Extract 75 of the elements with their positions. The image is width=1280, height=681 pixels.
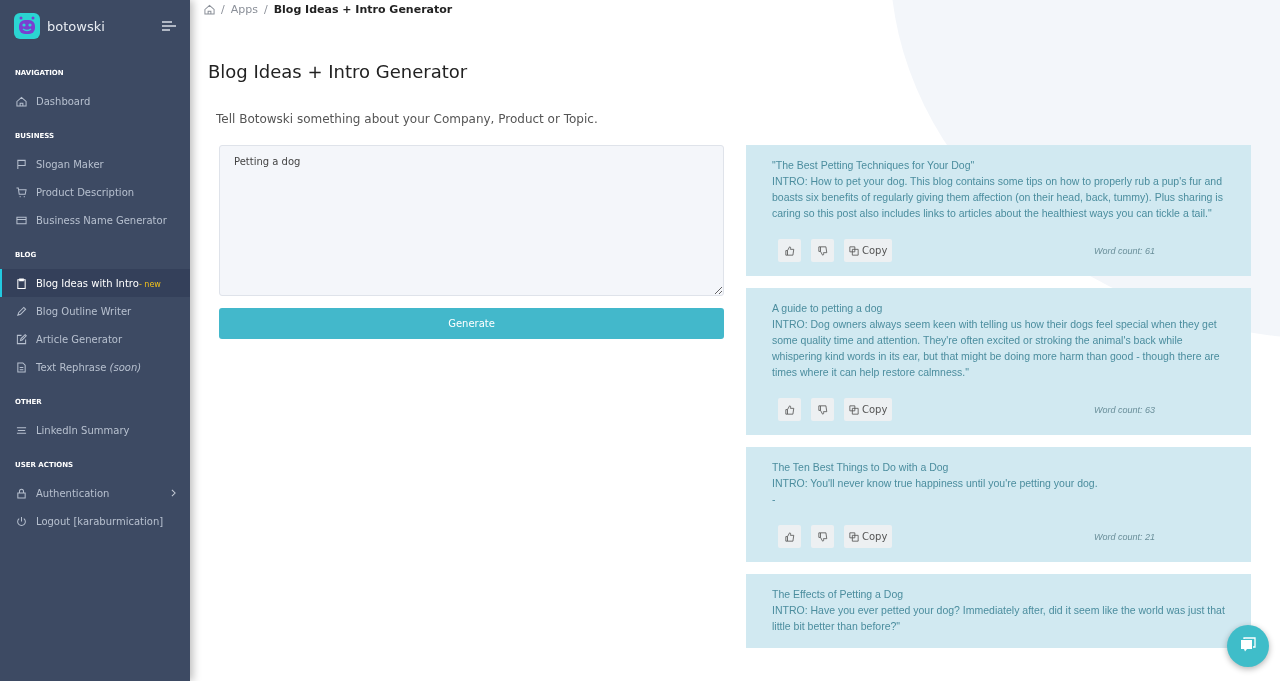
sidebar-item[interactable]: Slogan Maker (0, 150, 190, 178)
card-icon (16, 214, 27, 226)
result-intro: INTRO: Dog owners always seem keen with telling us how their dogs feel special when they get some quality time and attention. They're often excited or stroking the animal's back while whispering kind words in its ear, but that might be doing more harm than good - though there are times where it can help restore calmness." (772, 317, 1221, 380)
sidebar-item[interactable]: Product Description (0, 178, 190, 206)
robot-logo-icon (14, 13, 40, 39)
thumbs-down-icon (817, 404, 828, 415)
thumbs-up-button[interactable] (778, 525, 801, 548)
power-icon (16, 515, 27, 527)
home-icon[interactable] (204, 3, 215, 15)
breadcrumb-current: Blog Ideas + Intro Generator (273, 2, 453, 16)
thumbs-up-button[interactable] (778, 239, 801, 262)
topic-input-field[interactable]: Petting a dog (219, 145, 724, 296)
thumbs-up-icon (784, 404, 795, 415)
sidebar-item[interactable]: Logout [karaburmication] (0, 507, 190, 535)
copy-button[interactable]: Copy (844, 525, 893, 548)
brand-name: botowski (47, 18, 106, 34)
thumbs-up-icon (784, 531, 795, 542)
thumbs-down-button[interactable] (811, 525, 834, 548)
thumbs-down-icon (817, 531, 828, 542)
word-count: Word count: 61 (1093, 244, 1155, 258)
sidebar-item[interactable]: LinkedIn Summary (0, 416, 190, 444)
result-title: The Effects of Petting a Dog (772, 587, 905, 602)
thumbs-down-icon (817, 245, 828, 256)
pencil-icon (16, 305, 27, 317)
result-intro: INTRO: How to pet your dog. This blog contains some tips on how to properly rub a pup's fur and boasts six benefits of regularly giving them affection (on their head, back, tummy). Plus sharing is caring so this post also includes links to articles about the healthiest ways you can tickle a tail." (772, 174, 1224, 221)
item-label: LinkedIn Summary (36, 424, 131, 436)
copy-icon (849, 531, 859, 542)
home-icon (16, 95, 27, 107)
sidebar-item[interactable]: Blog Outline Writer (0, 297, 190, 325)
cart-icon (16, 186, 27, 198)
result-intro: INTRO: Have you ever petted your dog? Immediately after, did it seem like the world was just that little bit better than before?" (772, 603, 1225, 634)
sidebar-item[interactable]: Blog Ideas with Intro- new (0, 269, 190, 297)
copy-button[interactable]: Copy (844, 398, 893, 421)
result-intro: INTRO: You'll never know true happiness until you're petting your dog. (772, 476, 1099, 491)
item-label: Logout [karaburmication] (36, 515, 165, 527)
sidebar-item[interactable]: Text Rephrase (soon) (0, 353, 190, 381)
flag-icon (16, 158, 27, 170)
item-label: Text Rephrase (soon) (36, 361, 143, 373)
lock-icon (16, 487, 27, 499)
result-title: A guide to petting a dog (772, 301, 884, 316)
sidebar-item[interactable]: Business Name Generator (0, 206, 190, 234)
word-count: Word count: 63 (1093, 403, 1155, 417)
item-label: Blog Outline Writer (36, 305, 133, 317)
result-title: "The Best Petting Techniques for Your Dog" (772, 158, 976, 173)
item-label: Business Name Generator (36, 214, 168, 226)
sidebar-item[interactable]: Article Generator (0, 325, 190, 353)
edit-icon (16, 333, 27, 345)
thumbs-down-button[interactable] (811, 398, 834, 421)
item-label: Dashboard (36, 95, 92, 107)
prompt-text: Tell Botowski something about your Company, Product or Topic. (216, 112, 599, 126)
copy-button[interactable]: Copy (844, 239, 893, 262)
breadcrumb-link[interactable]: Apps (230, 2, 258, 16)
breadcrumb-separator: / (221, 2, 225, 16)
thumbs-down-button[interactable] (811, 239, 834, 262)
menu-icon[interactable] (162, 21, 176, 31)
copy-icon (849, 404, 859, 415)
thumbs-up-icon (784, 245, 795, 256)
item-label: Article Generator (36, 333, 124, 345)
item-label: Blog Ideas with Intro- new (36, 277, 162, 289)
item-label: Slogan Maker (36, 158, 105, 170)
item-label: Product Description (36, 186, 136, 198)
chat-button[interactable] (1227, 625, 1269, 667)
result-intro: - (772, 492, 777, 507)
breadcrumb-separator: / (263, 2, 268, 16)
clip-icon (16, 277, 27, 289)
page-title: Blog Ideas + Intro Generator (208, 61, 469, 82)
item-label: Authentication (36, 487, 111, 499)
result-title: The Ten Best Things to Do with a Dog (772, 460, 950, 475)
sidebar-item[interactable]: Dashboard (0, 87, 190, 115)
word-count: Word count: 21 (1093, 530, 1155, 544)
sidebar-item[interactable]: Authentication (0, 479, 190, 507)
thumbs-up-button[interactable] (778, 398, 801, 421)
lines-icon (16, 424, 27, 436)
file-icon (16, 361, 27, 373)
copy-icon (849, 245, 859, 256)
